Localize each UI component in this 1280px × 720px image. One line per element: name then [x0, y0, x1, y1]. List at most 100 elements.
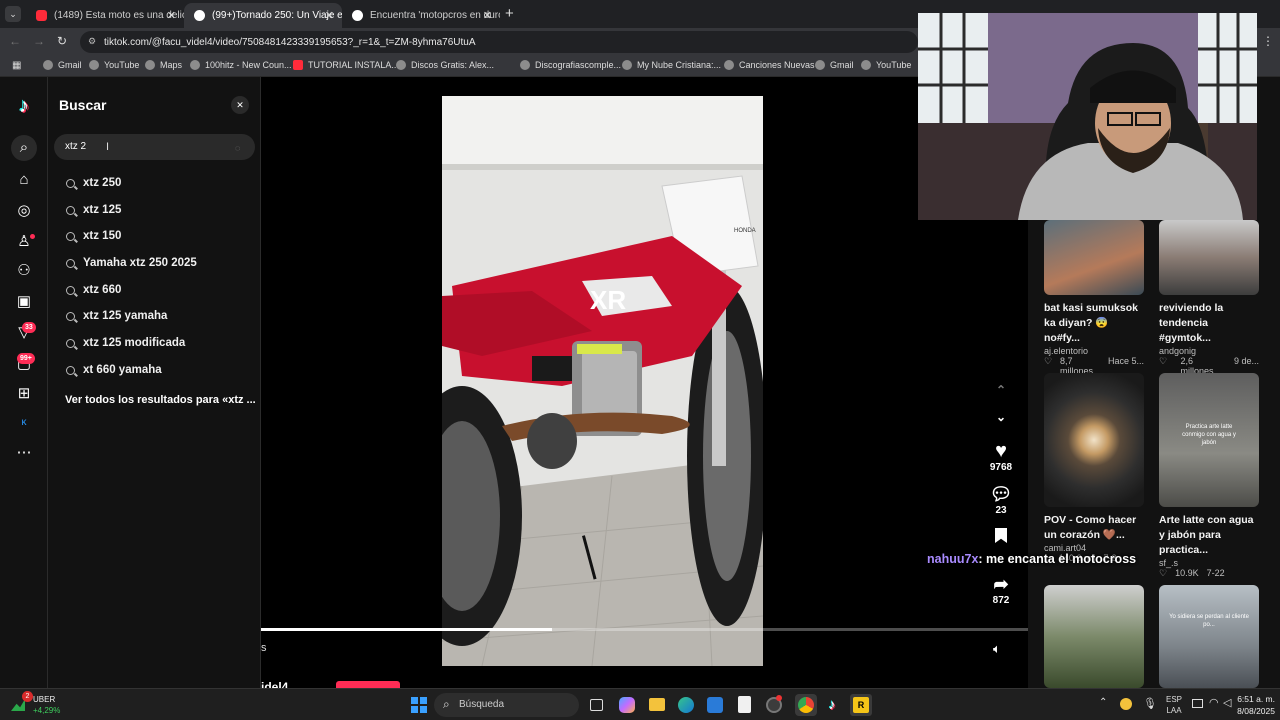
- more-icon[interactable]: ⋯: [14, 443, 34, 463]
- forward-icon[interactable]: →: [33, 34, 45, 48]
- search-query-text: xtz 2: [65, 141, 87, 152]
- video-thumbnail[interactable]: [1159, 220, 1259, 295]
- bookmark-100hitz[interactable]: 100hitz - New Coun...: [190, 60, 292, 70]
- bookmark-mynube[interactable]: My Nube Cristiana:...: [622, 60, 721, 70]
- bookmark-youtube[interactable]: YouTube: [89, 60, 139, 70]
- home-icon[interactable]: ⌂: [14, 170, 34, 190]
- display-icon[interactable]: [1192, 699, 1203, 708]
- new-tab-button[interactable]: +: [505, 5, 514, 22]
- document-icon[interactable]: [738, 696, 751, 713]
- chrome-icon[interactable]: [795, 694, 817, 716]
- copilot-icon[interactable]: [619, 697, 635, 713]
- language-indicator[interactable]: ESP LAA: [1166, 694, 1182, 716]
- like-button[interactable]: ♥ 9768: [986, 440, 1016, 473]
- volume-icon[interactable]: 🔈︎: [993, 641, 1001, 657]
- bookmark-maps[interactable]: Maps: [145, 60, 182, 70]
- bookmark-gmail-2[interactable]: Gmail: [815, 60, 854, 70]
- reload-icon[interactable]: ↻: [57, 34, 67, 48]
- search-icon: [66, 311, 75, 321]
- taskbar-search[interactable]: ⌕ Búsqueda: [434, 693, 579, 717]
- tab-tiktok-search[interactable]: Encuentra 'motopcros en duro ✕: [342, 3, 500, 28]
- windows-start-icon[interactable]: [411, 697, 427, 713]
- bookmark-youtube-2[interactable]: YouTube: [861, 60, 911, 70]
- store-icon[interactable]: [707, 697, 723, 713]
- task-view-icon[interactable]: [590, 699, 603, 711]
- card-author[interactable]: aj.elentorio: [1044, 346, 1144, 356]
- tab-search-button[interactable]: ⌄: [5, 6, 21, 22]
- suggestion-item[interactable]: xtz 660: [66, 284, 121, 296]
- prev-video-button[interactable]: ⌃: [986, 383, 1016, 397]
- back-icon[interactable]: ←: [9, 34, 21, 48]
- related-card[interactable]: [1044, 585, 1144, 688]
- microphone-icon[interactable]: 🎙︎: [1143, 697, 1157, 710]
- edge-icon[interactable]: [678, 697, 694, 713]
- tab-label: (99+)Tornado 250: Un Viaje en: [212, 10, 342, 21]
- close-search-button[interactable]: ✕: [231, 96, 249, 114]
- search-input[interactable]: xtz 2 I ◌: [54, 134, 255, 160]
- upload-icon[interactable]: ⊞: [14, 384, 34, 404]
- browser-menu-icon[interactable]: ⋮: [1262, 34, 1274, 48]
- related-card[interactable]: Practica arte latte conmigo con agua y j…: [1159, 373, 1259, 579]
- kick-icon[interactable]: ĸ: [14, 413, 34, 433]
- next-video-button[interactable]: ⌄: [986, 410, 1016, 424]
- suggestion-item[interactable]: xtz 150: [66, 230, 121, 242]
- tiktok-taskbar-icon[interactable]: ♪: [824, 696, 840, 712]
- search-icon: [66, 205, 75, 215]
- bookmark-button[interactable]: [986, 528, 1016, 543]
- url-field[interactable]: ⚙ tiktok.com/@facu_videl4/video/75084814…: [80, 31, 918, 53]
- bookmark-canciones[interactable]: Canciones Nuevas: [724, 60, 815, 70]
- search-icon[interactable]: ⌕: [11, 135, 37, 161]
- volume-icon[interactable]: ◁: [1223, 696, 1231, 709]
- wifi-icon[interactable]: ◠: [1209, 696, 1219, 709]
- share-button[interactable]: ➦ 872: [986, 573, 1016, 606]
- video-frame[interactable]: HONDA XR: [442, 96, 763, 666]
- card-author[interactable]: sf_.s: [1159, 558, 1259, 568]
- video-thumbnail[interactable]: Yo sidiera se perdan al cliente po...: [1159, 585, 1259, 688]
- suggestion-item[interactable]: xtz 125 yamaha: [66, 310, 167, 322]
- weather-icon[interactable]: [1120, 698, 1132, 710]
- comment-button[interactable]: 💬︎ 23: [986, 483, 1016, 516]
- video-thumbnail[interactable]: [1044, 585, 1144, 688]
- bookmark-gmail[interactable]: Gmail: [43, 60, 82, 70]
- related-card[interactable]: reviviendo la tendencia #gymtok... andgo…: [1159, 220, 1259, 376]
- tiktok-logo-icon[interactable]: ♪: [14, 96, 34, 116]
- related-card[interactable]: Yo sidiera se perdan al cliente po...: [1159, 585, 1259, 688]
- explore-icon[interactable]: ◎: [14, 201, 34, 221]
- clock[interactable]: 6:51 a. m. 8/08/2025: [1233, 693, 1275, 717]
- video-thumbnail[interactable]: Practica arte latte conmigo con agua y j…: [1159, 373, 1259, 507]
- suggestion-item[interactable]: xtz 250: [66, 177, 121, 189]
- tray-overflow-icon[interactable]: ⌃: [1099, 697, 1107, 708]
- live-icon[interactable]: ▣: [14, 292, 34, 312]
- suggestion-item[interactable]: xt 660 yamaha: [66, 364, 162, 376]
- rockstar-icon[interactable]: R: [850, 694, 872, 716]
- suggestion-item[interactable]: xtz 125: [66, 204, 121, 216]
- related-card[interactable]: bat kasi sumuksok ka diyan? 😨 no#fy... a…: [1044, 220, 1144, 376]
- apps-icon[interactable]: ▦: [12, 60, 21, 71]
- bookmark-discos[interactable]: Discos Gratis: Alex...: [396, 60, 494, 70]
- close-tab-icon[interactable]: ✕: [325, 9, 334, 22]
- suggestion-item[interactable]: xtz 125 modificada: [66, 337, 185, 349]
- tab-tiktok-active[interactable]: (99+)Tornado 250: Un Viaje en ✕: [184, 3, 342, 28]
- search-icon: [66, 178, 75, 188]
- card-title: reviviendo la tendencia #gymtok...: [1159, 302, 1224, 344]
- search-icon: ⌕: [443, 697, 450, 711]
- video-thumbnail[interactable]: [1044, 220, 1144, 295]
- see-all-results-link[interactable]: Ver todos los resultados para «xtz ...: [65, 394, 256, 406]
- file-explorer-icon[interactable]: [649, 698, 665, 711]
- video-thumbnail[interactable]: [1044, 373, 1144, 507]
- bookmark-discografias[interactable]: Discografiascomple...: [520, 60, 621, 70]
- tab-youtube[interactable]: (1489) Esta moto es una delicia ✕: [26, 3, 184, 28]
- search-icon: [66, 365, 75, 375]
- close-tab-icon[interactable]: ✕: [167, 9, 176, 22]
- site-info-icon[interactable]: ⚙: [88, 36, 96, 47]
- close-tab-icon[interactable]: ✕: [483, 9, 492, 22]
- video-player[interactable]: HONDA XR s 🔈︎ idel4 ⌃ ⌄ ♥ 9768 💬︎ 23 ➦ 8…: [261, 77, 1028, 694]
- stock-widget[interactable]: 2 UBER +4,29%: [8, 691, 78, 717]
- bookmark-tutorial[interactable]: TUTORIAL INSTALA...: [293, 60, 399, 70]
- related-card[interactable]: POV - Como hacer un corazón 🤎... cami.ar…: [1044, 373, 1144, 564]
- suggestion-item[interactable]: Yamaha xtz 250 2025: [66, 257, 197, 269]
- clock-time: 6:51 a. m.: [1237, 694, 1275, 704]
- card-author[interactable]: andgonig: [1159, 346, 1259, 356]
- video-time: s: [261, 642, 267, 654]
- friends-icon[interactable]: ⚇: [14, 261, 34, 281]
